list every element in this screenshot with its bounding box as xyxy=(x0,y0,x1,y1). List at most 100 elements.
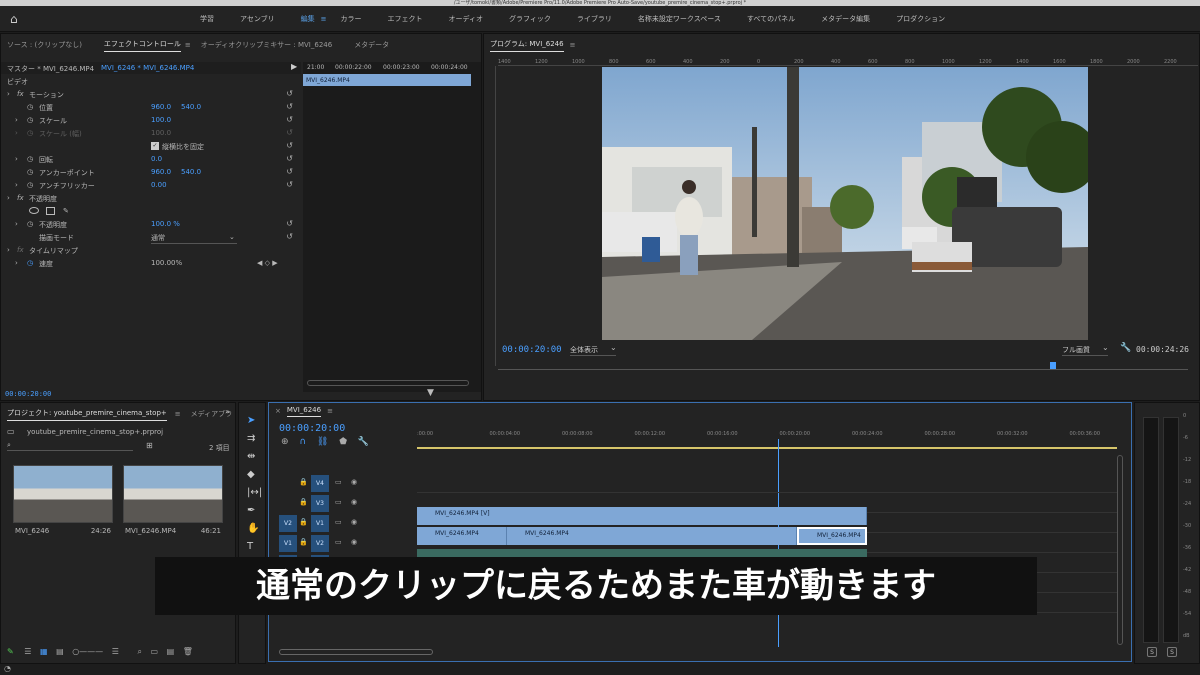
workspace-tab-metadata[interactable]: メタデータ編集 xyxy=(821,14,870,24)
workspace-tab-audio[interactable]: オーディオ xyxy=(449,14,484,24)
workspace-tab-untitled[interactable]: 名称未設定ワークスペース xyxy=(638,14,721,24)
selection-tool-icon[interactable]: ➤ xyxy=(247,415,255,426)
chevron-down-icon[interactable]: › xyxy=(7,246,10,254)
home-icon[interactable]: ⌂ xyxy=(10,12,18,26)
stopwatch-icon[interactable]: ◷ xyxy=(27,181,33,189)
list-view-icon[interactable]: ☰ xyxy=(24,647,31,656)
slip-tool-icon[interactable]: |↔| xyxy=(247,487,262,498)
eye-icon[interactable]: ◉ xyxy=(351,518,357,526)
anchor-x-value[interactable]: 960.0 xyxy=(151,168,171,176)
effect-time-remap[interactable]: › fx タイムリマップ xyxy=(1,244,301,257)
pen-tool-icon[interactable]: ✒ xyxy=(247,505,255,516)
chevron-right-icon[interactable]: › xyxy=(15,220,18,228)
stopwatch-icon[interactable]: ◷ xyxy=(27,155,33,163)
chevron-right-icon[interactable]: › xyxy=(15,259,18,267)
timeline-vscroll[interactable] xyxy=(1117,455,1123,645)
project-item[interactable]: MVI_6246.MP4 46:21 xyxy=(123,465,223,541)
type-tool-icon[interactable]: T xyxy=(247,541,253,552)
sort-icon[interactable]: ☰ xyxy=(112,647,119,656)
master-clip-label[interactable]: マスター * MVI_6246.MP4 xyxy=(7,64,94,74)
new-item-icon[interactable]: ▤ xyxy=(167,647,175,656)
timeline-clip[interactable]: MVI_6246.MP4 xyxy=(417,527,507,545)
source-patch-button[interactable]: V1 xyxy=(279,535,297,552)
workspace-tab-graphics[interactable]: グラフィック xyxy=(509,14,551,24)
new-bin-icon[interactable]: ⊞ xyxy=(146,441,153,450)
chevron-right-icon[interactable]: › xyxy=(15,116,18,124)
play-only-icon[interactable]: ▶ xyxy=(291,62,297,71)
sync-icon[interactable]: ▭ xyxy=(335,478,342,486)
solo-left-button[interactable]: S xyxy=(1147,647,1157,657)
workspace-tab-learning[interactable]: 学習 xyxy=(200,14,214,24)
timeline-clip[interactable]: MVI_6246.MP4 xyxy=(507,527,797,545)
project-item[interactable]: MVI_6246 24:26 xyxy=(13,465,113,541)
rectangle-mask-icon[interactable] xyxy=(46,207,55,215)
sequence-tab[interactable]: MVI_6246 xyxy=(286,406,322,417)
effect-motion[interactable]: › fx モーション ↺ xyxy=(1,88,301,101)
eye-icon[interactable]: ◉ xyxy=(351,498,357,506)
trash-icon[interactable]: 🗑 xyxy=(183,647,193,656)
panel-overflow-icon[interactable]: » xyxy=(225,407,230,416)
track-lane[interactable] xyxy=(417,492,1117,493)
track-target-button[interactable]: V2 xyxy=(311,535,329,552)
tab-metadata[interactable]: メタデータ xyxy=(354,40,389,50)
sync-icon[interactable]: ▭ xyxy=(335,518,342,526)
timeline-settings-icon[interactable]: 🔧 xyxy=(358,437,369,447)
new-bin-icon[interactable]: ▭ xyxy=(150,647,158,656)
reset-icon[interactable]: ↺ xyxy=(286,115,293,124)
workspace-tab-production[interactable]: プロダクション xyxy=(896,14,945,24)
find-icon[interactable]: ⌕ xyxy=(137,647,141,656)
chevron-right-icon[interactable]: › xyxy=(15,155,18,163)
chevron-down-icon[interactable]: ⌄ xyxy=(1102,343,1109,352)
track-select-tool-icon[interactable]: ⇉ xyxy=(247,433,255,444)
panel-menu-icon[interactable]: ≡ xyxy=(570,41,576,49)
stopwatch-icon[interactable]: ◷ xyxy=(27,116,33,124)
blend-mode-select[interactable]: 通常 xyxy=(151,233,237,244)
reset-icon[interactable]: ↺ xyxy=(286,141,293,150)
reset-icon[interactable]: ↺ xyxy=(286,219,293,228)
workspace-tab-all-panels[interactable]: すべてのパネル xyxy=(747,14,795,24)
effect-timecode[interactable]: 00:00:20:00 xyxy=(5,390,51,398)
filter-icon[interactable]: ▼ xyxy=(427,388,434,398)
freeform-view-icon[interactable]: ▤ xyxy=(56,647,64,656)
stopwatch-icon[interactable]: ◷ xyxy=(27,259,33,267)
track-target-button[interactable]: V3 xyxy=(311,495,329,512)
mini-scrollbar[interactable] xyxy=(307,380,469,386)
workspace-tab-effects[interactable]: エフェクト xyxy=(388,14,423,24)
workspace-tab-color[interactable]: カラー xyxy=(341,14,362,24)
hand-tool-icon[interactable]: ✋ xyxy=(247,523,259,534)
close-icon[interactable]: × xyxy=(275,407,281,415)
tab-source[interactable]: ソース : (クリップなし) xyxy=(7,40,82,50)
keyframe-nav-icon[interactable]: ◀ ◇ ▶ xyxy=(257,259,278,267)
tab-project[interactable]: プロジェクト: youtube_premire_cinema_stop+ xyxy=(7,408,167,421)
timeline-clip[interactable]: MVI_6246.MP4 xyxy=(797,527,867,545)
stopwatch-icon[interactable]: ◷ xyxy=(27,103,33,111)
program-tab[interactable]: プログラム: MVI_6246 xyxy=(490,39,564,52)
source-patch-button[interactable]: V2 xyxy=(279,515,297,532)
chevron-down-icon[interactable]: › xyxy=(7,194,10,202)
rotation-value[interactable]: 0.0 xyxy=(151,155,162,163)
pen-mask-icon[interactable]: ✎ xyxy=(63,207,69,215)
sync-icon[interactable]: ▭ xyxy=(335,538,342,546)
wrench-icon[interactable]: 🔧 xyxy=(1120,343,1131,353)
reset-icon[interactable]: ↺ xyxy=(286,180,293,189)
chevron-down-icon[interactable]: ⌄ xyxy=(610,343,617,352)
reset-icon[interactable]: ↺ xyxy=(286,102,293,111)
icon-view-icon[interactable]: ▦ xyxy=(40,647,48,656)
eye-icon[interactable]: ◉ xyxy=(351,538,357,546)
nested-clip[interactable]: MVI_6246.MP4 [V] xyxy=(417,507,867,525)
uniform-scale-checkbox[interactable]: ✓ xyxy=(151,142,159,150)
reset-icon[interactable]: ↺ xyxy=(286,167,293,176)
chevron-down-icon[interactable]: ⌄ xyxy=(229,233,235,241)
chevron-down-icon[interactable]: › xyxy=(7,90,10,98)
speed-value[interactable]: 100.00% xyxy=(151,259,182,267)
workspace-tab-assembly[interactable]: アセンブリ xyxy=(240,14,275,24)
timeline-hscroll[interactable] xyxy=(279,649,433,655)
add-marker-icon[interactable]: ⬟ xyxy=(339,437,347,447)
zoom-slider[interactable]: ○——— xyxy=(72,647,103,656)
tab-effect-controls[interactable]: エフェクトコントロール xyxy=(103,39,181,52)
position-x-value[interactable]: 960.0 xyxy=(151,103,171,111)
flicker-value[interactable]: 0.00 xyxy=(151,181,167,189)
program-timecode[interactable]: 00:00:20:00 xyxy=(502,345,562,355)
lock-icon[interactable]: 🔒 xyxy=(299,518,308,526)
solo-right-button[interactable]: S xyxy=(1167,647,1177,657)
